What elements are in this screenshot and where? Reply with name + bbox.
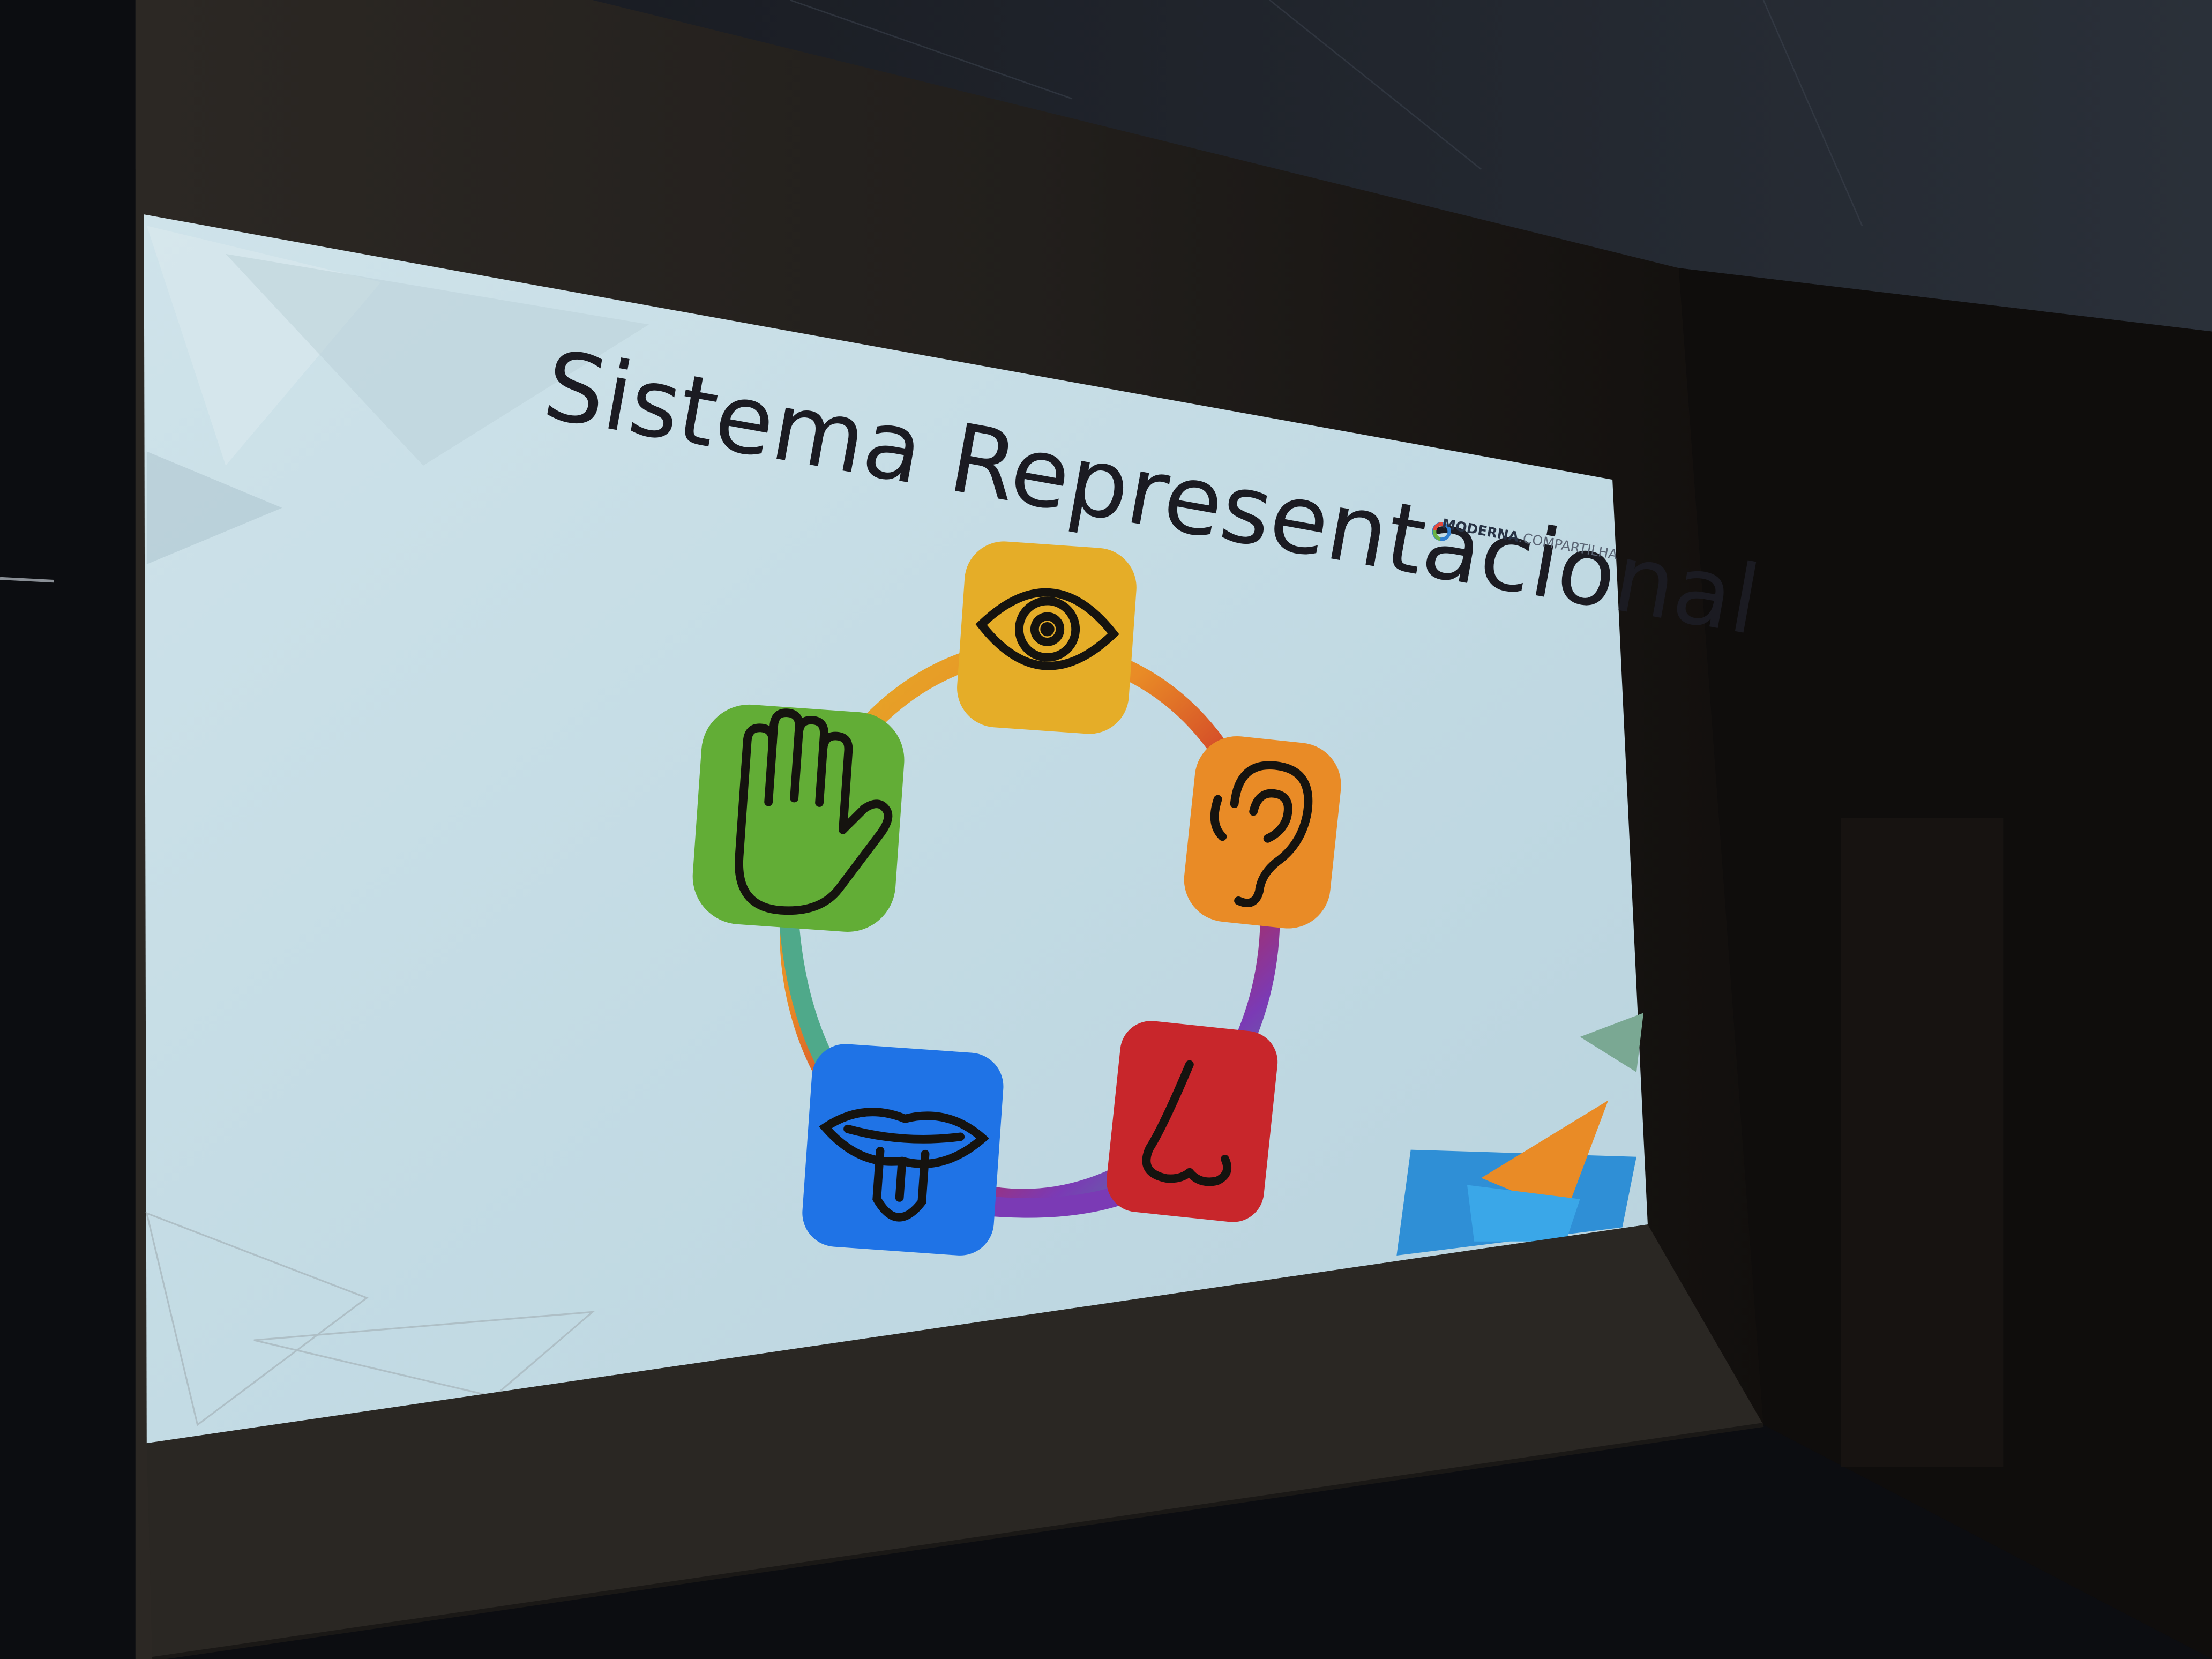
hand-tile [692,704,905,932]
tongue-tile [802,1044,1004,1256]
photo-scene: Sistema Representacional MODERNA.COMPART… [0,0,2212,1659]
doorway [1841,818,2004,1467]
nose-tile [1106,1021,1278,1222]
eye-tile [957,541,1137,734]
ear-tile [1184,736,1341,929]
